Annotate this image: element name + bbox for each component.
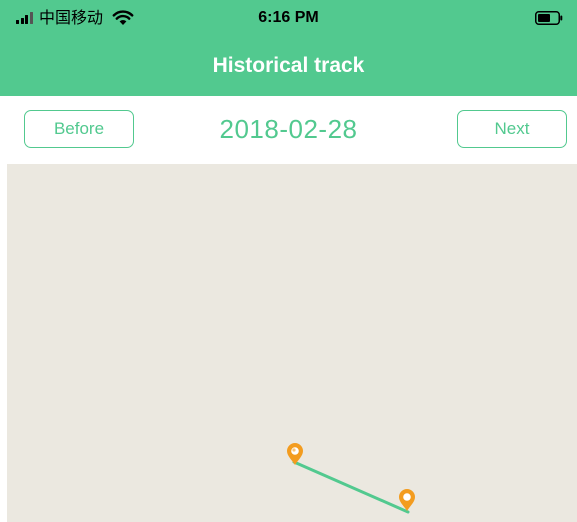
nav-bar: Historical track bbox=[0, 36, 577, 96]
track-layer bbox=[287, 443, 415, 514]
page-title: Historical track bbox=[212, 54, 365, 77]
status-time: 6:16 PM bbox=[258, 9, 319, 26]
map-view[interactable] bbox=[7, 164, 577, 522]
track-line bbox=[292, 460, 410, 514]
battery-icon bbox=[535, 11, 563, 25]
next-button[interactable]: Next bbox=[457, 110, 567, 148]
date-selector: Before 2018-02-28 Next bbox=[0, 96, 577, 164]
status-bar: 中国移动 6:16 PM bbox=[0, 0, 577, 36]
start-marker-icon[interactable] bbox=[287, 443, 303, 465]
historical-track-screen: 中国移动 6:16 PM Historical track Before 201… bbox=[0, 0, 577, 522]
map-left-edge bbox=[0, 164, 7, 522]
